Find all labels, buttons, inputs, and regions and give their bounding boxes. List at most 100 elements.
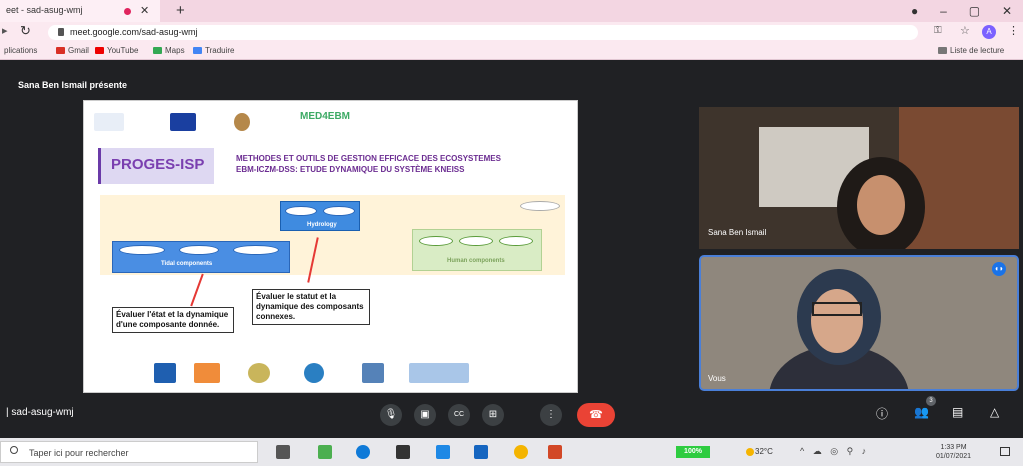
video-frame-icon	[701, 257, 1017, 389]
sponsor-logos	[154, 363, 514, 387]
bookmark-star-icon[interactable]: ☆	[960, 24, 970, 37]
bookmark-translate[interactable]: Traduire	[193, 46, 235, 55]
diagram-oval	[233, 245, 279, 255]
presenter-label: Sana Ben Ismail présente	[18, 80, 128, 90]
windows-search-input[interactable]: Taper ici pour rechercher	[0, 441, 258, 463]
diagram-oval	[520, 201, 560, 211]
info-icon: ⓘ	[876, 407, 889, 421]
camera-button[interactable]: ▣	[414, 404, 436, 426]
weather-icon	[746, 448, 754, 456]
system-tray-icons[interactable]: ^ ☁ ◎ ⚲ ♪	[800, 446, 869, 457]
bookmark-apps[interactable]: plications	[4, 46, 37, 55]
hydrology-label: Hydrology	[307, 222, 337, 228]
slide-title-line2: EBM-ICZM-DSS: ETUDE DYNAMIQUE DU SYSTÈME…	[236, 165, 465, 174]
tab-close-button[interactable]: ✕	[140, 4, 149, 17]
red-arrow-icon	[190, 273, 204, 307]
microphone-icon: 🎙	[384, 409, 398, 420]
reading-list-icon	[938, 47, 947, 54]
diagram-oval	[459, 236, 493, 246]
more-options-button[interactable]: ⋮	[540, 404, 562, 426]
close-window-button[interactable]: ✕	[1002, 4, 1012, 18]
human-components-box: Human components	[412, 229, 542, 271]
bookmark-maps[interactable]: Maps	[153, 46, 185, 55]
diagram-oval	[119, 245, 165, 255]
search-icon	[10, 446, 18, 454]
sponsor-logo-icon	[362, 363, 384, 383]
clock-time: 1:33 PM	[940, 444, 967, 451]
chrome-icon[interactable]	[514, 445, 528, 459]
people-icon: 👥	[914, 405, 929, 419]
notifications-icon[interactable]	[1000, 447, 1010, 456]
crest-logo-icon	[234, 113, 250, 131]
sponsor-logo-icon	[304, 363, 324, 383]
proges-title: PROGES-ISP	[98, 148, 214, 184]
new-tab-button[interactable]: +	[176, 2, 185, 19]
task-view-icon[interactable]	[276, 445, 290, 459]
present-button[interactable]: ⊞	[482, 404, 504, 426]
store-icon[interactable]	[396, 445, 410, 459]
captions-icon: CC	[453, 411, 465, 418]
key-icon[interactable]: ⚿	[934, 25, 942, 36]
med4ebm-logo: MED4EBM	[300, 111, 351, 122]
sponsor-logo-icon	[194, 363, 220, 383]
url-input[interactable]: meet.google.com/sad-asug-wmj	[48, 25, 918, 40]
youtube-icon	[95, 47, 104, 54]
note-evaluate-state: Évaluer l'état et la dynamique d'une com…	[112, 307, 234, 333]
translate-icon	[193, 47, 202, 54]
maps-icon	[153, 47, 162, 54]
media-indicator-icon[interactable]: ●	[911, 4, 918, 18]
bookmark-youtube[interactable]: YouTube	[95, 46, 138, 55]
captions-button[interactable]: CC	[448, 404, 470, 426]
app-icon[interactable]	[474, 445, 488, 459]
diagram-oval	[179, 245, 219, 255]
browser-menu-icon[interactable]: ⋮	[1008, 24, 1019, 37]
battery-indicator[interactable]: 100%	[676, 446, 710, 458]
sponsor-logo-icon	[409, 363, 469, 383]
chat-icon: ▤	[952, 405, 964, 419]
diagram-oval	[285, 206, 317, 216]
phone-icon: ☎	[589, 409, 603, 421]
activities-icon: △	[990, 405, 1000, 419]
slide-title: METHODES ET OUTILS DE GESTION EFFICACE D…	[236, 153, 576, 175]
maximize-button[interactable]: ▢	[969, 4, 980, 18]
clock[interactable]: 1:33 PM 01/07/2021	[936, 443, 971, 461]
mic-button[interactable]: 🎙	[380, 404, 402, 426]
info-button[interactable]: ⓘ	[876, 405, 888, 422]
participant-video-self[interactable]	[699, 255, 1019, 391]
more-dots-icon: ⋮	[546, 409, 556, 420]
forward-arrow-icon[interactable]: ▸	[2, 24, 8, 37]
people-count-badge: 3	[926, 396, 936, 406]
weather-temp[interactable]: 32°C	[755, 447, 773, 456]
diagram-oval	[419, 236, 453, 246]
recording-indicator-icon	[124, 8, 131, 15]
minimize-button[interactable]: –	[940, 4, 947, 18]
chat-button[interactable]: ▤	[952, 405, 963, 419]
bookmarks-bar: plications Gmail YouTube Maps Traduire L…	[0, 42, 1023, 60]
reload-icon[interactable]: ↻	[20, 23, 31, 39]
activities-button[interactable]: △	[990, 405, 999, 419]
participant-name: Sana Ben Ismail	[708, 228, 767, 237]
presentation-slide: MED4EBM PROGES-ISP METHODES ET OUTILS DE…	[83, 100, 578, 393]
bookmark-gmail[interactable]: Gmail	[56, 46, 89, 55]
reading-list-button[interactable]: Liste de lecture	[938, 46, 1004, 55]
diagram-oval	[323, 206, 355, 216]
clock-date: 01/07/2021	[936, 453, 972, 460]
human-components-label: Human components	[447, 258, 505, 264]
people-button[interactable]: 👥	[914, 405, 929, 419]
browser-tab[interactable]: eet - sad-asug-wmj	[0, 0, 160, 22]
hangup-button[interactable]: ☎	[577, 403, 615, 427]
tab-title: eet - sad-asug-wmj	[6, 5, 83, 15]
app-icon[interactable]	[318, 445, 332, 459]
present-icon: ⊞	[488, 409, 498, 420]
profile-avatar[interactable]: A	[982, 25, 996, 39]
powerpoint-icon[interactable]	[548, 445, 562, 459]
undp-logo-icon	[154, 363, 176, 383]
hydrology-box: Hydrology	[280, 201, 360, 231]
lock-icon[interactable]	[58, 28, 64, 36]
tidal-components-label: Tidal components	[161, 261, 213, 267]
mail-icon[interactable]	[436, 445, 450, 459]
meeting-code: | sad-asug-wmj	[6, 407, 74, 418]
tidal-components-box: Tidal components	[112, 241, 290, 273]
edge-icon[interactable]	[356, 445, 370, 459]
participant-name: Vous	[708, 374, 726, 383]
